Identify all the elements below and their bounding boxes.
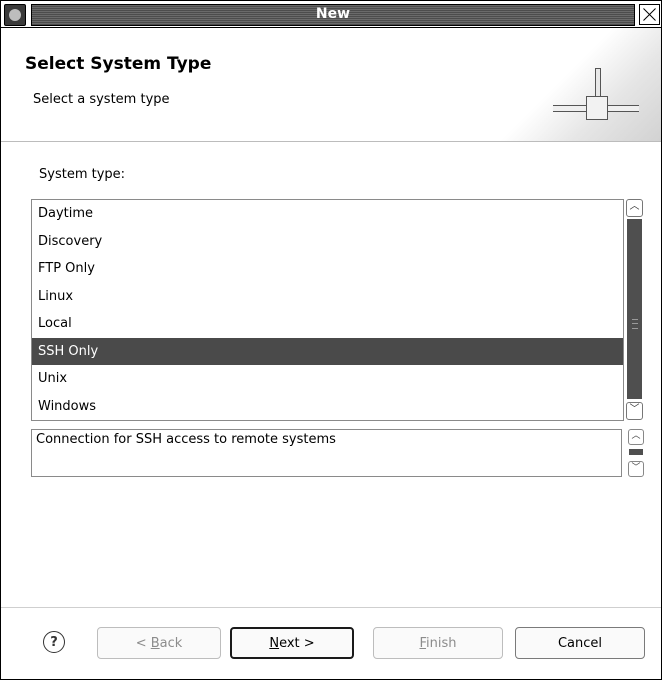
list-item-windows[interactable]: Windows [32, 393, 623, 421]
new-wizard-dialog: New Select System Type Select a system t… [0, 0, 662, 680]
back-button-mnemonic: B [150, 636, 160, 651]
next-button[interactable]: Next > [230, 627, 354, 659]
finish-button[interactable]: Finish [373, 627, 503, 659]
help-icon[interactable]: ? [43, 631, 65, 653]
cancel-button[interactable]: Cancel [515, 627, 645, 659]
back-button[interactable]: < Back [97, 627, 221, 659]
system-type-scrollbar[interactable]: ︿ ﹀ [626, 199, 644, 420]
desc-scroll-up-icon[interactable]: ︿ [628, 429, 644, 445]
scrollbar-grip-icon [632, 319, 638, 329]
list-item-discovery[interactable]: Discovery [32, 228, 623, 256]
list-item-ftp-only[interactable]: FTP Only [32, 255, 623, 283]
back-button-prefix: < [135, 636, 151, 651]
page-subtitle: Select a system type [33, 92, 170, 107]
close-icon[interactable] [639, 4, 660, 25]
list-item-local[interactable]: Local [32, 310, 623, 338]
desc-scroll-down-icon[interactable]: ﹀ [628, 461, 644, 477]
system-type-list[interactable]: Daytime Discovery FTP Only Linux Local S… [31, 199, 624, 421]
back-button-rest: ack [159, 636, 183, 651]
system-type-label: System type: [39, 167, 126, 182]
next-button-rest: ext > [279, 636, 315, 651]
button-bar-separator [1, 607, 661, 608]
description-box[interactable]: Connection for SSH access to remote syst… [31, 429, 622, 477]
scroll-down-icon[interactable]: ﹀ [626, 402, 643, 420]
title-bar[interactable]: New [1, 1, 661, 28]
list-item-linux[interactable]: Linux [32, 283, 623, 311]
next-button-mnemonic: N [269, 636, 280, 651]
app-icon[interactable] [4, 4, 26, 26]
desc-scrollbar-thumb[interactable] [629, 449, 643, 455]
list-item-ssh-only[interactable]: SSH Only [32, 337, 623, 365]
scroll-up-icon[interactable]: ︿ [626, 199, 643, 217]
finish-button-rest: inish [426, 636, 457, 651]
list-item-daytime[interactable]: Daytime [32, 200, 623, 228]
title-bar-drag-area[interactable]: New [31, 4, 635, 26]
page-title: Select System Type [25, 54, 212, 74]
list-item-unix[interactable]: Unix [32, 365, 623, 393]
scrollbar-thumb[interactable] [627, 219, 642, 399]
window-title: New [315, 6, 351, 22]
description-scrollbar[interactable]: ︿ ﹀ [628, 429, 644, 477]
connector-plug-icon [481, 28, 661, 141]
plug-body [586, 96, 608, 120]
wizard-header: Select System Type Select a system type [1, 28, 661, 142]
